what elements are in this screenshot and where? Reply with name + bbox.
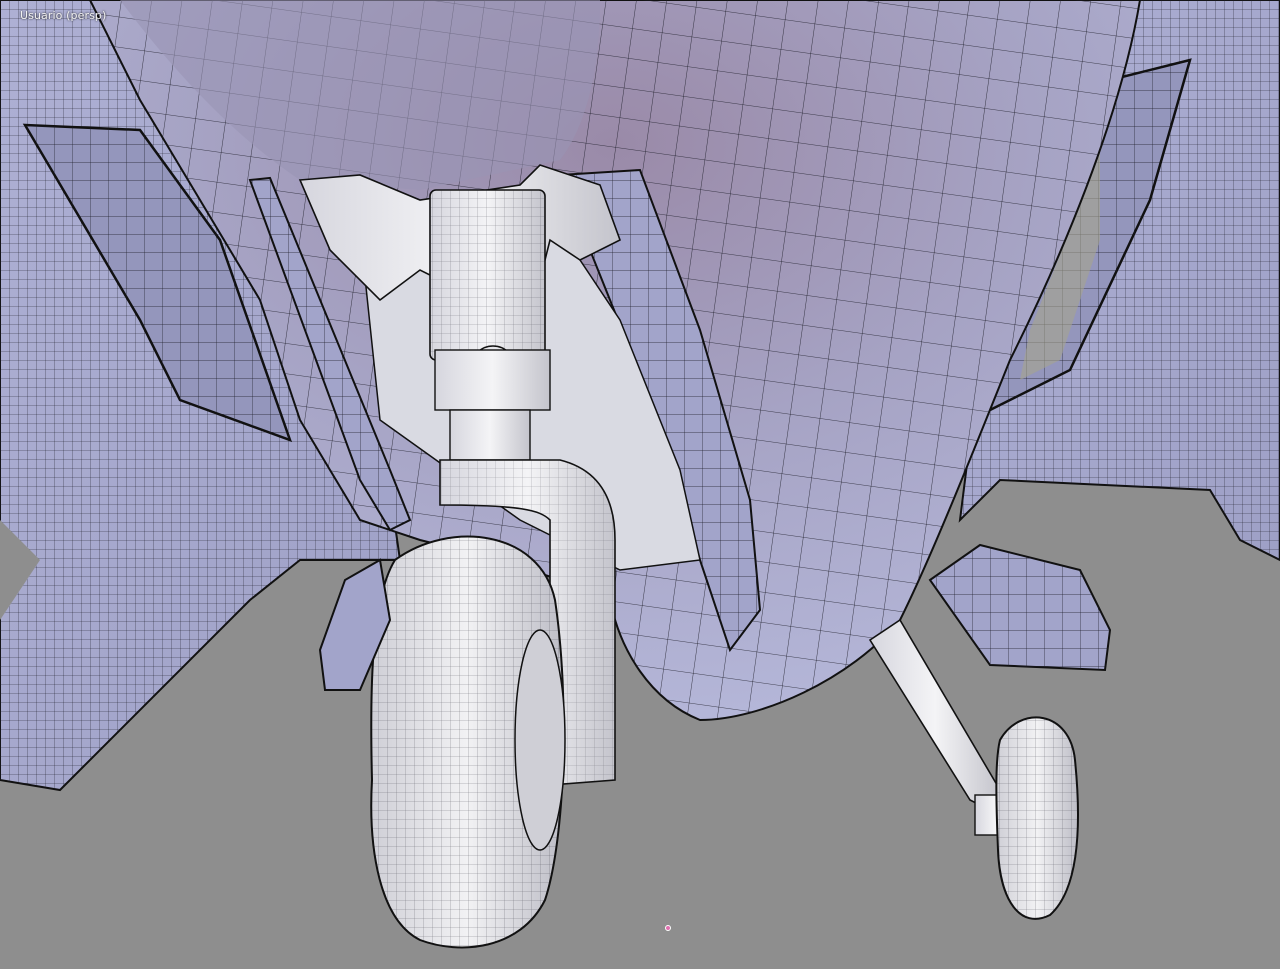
nose-wheel (370, 535, 566, 949)
viewport-view-label: Usuario (persp) (20, 9, 107, 22)
wireframe-scene[interactable] (0, 0, 1280, 969)
3d-viewport[interactable]: Usuario (persp) (0, 0, 1280, 969)
3d-cursor-icon[interactable] (665, 925, 671, 931)
